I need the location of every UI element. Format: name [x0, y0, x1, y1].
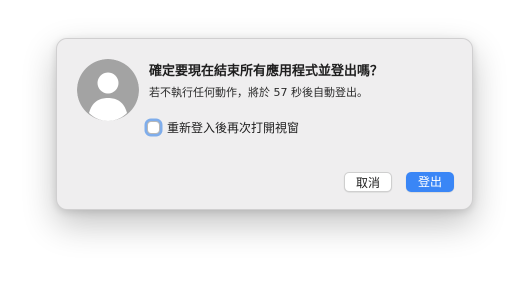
logout-button[interactable]: 登出 [406, 172, 454, 192]
dialog-title: 確定要現在結束所有應用程式並登出嗎？ [149, 64, 384, 79]
logout-dialog: 確定要現在結束所有應用程式並登出嗎？ 若不執行任何動作，將於 57 秒後自動登出… [56, 38, 473, 210]
dialog-message: 若不執行任何動作，將於 57 秒後自動登出。 [149, 86, 368, 99]
reopen-windows-label: 重新登入後再次打開視窗 [167, 121, 300, 135]
cancel-button[interactable]: 取消 [344, 172, 392, 192]
reopen-windows-option[interactable]: 重新登入後再次打開視窗 [147, 119, 299, 136]
reopen-windows-checkbox[interactable] [147, 121, 160, 134]
user-avatar-icon [77, 59, 139, 121]
